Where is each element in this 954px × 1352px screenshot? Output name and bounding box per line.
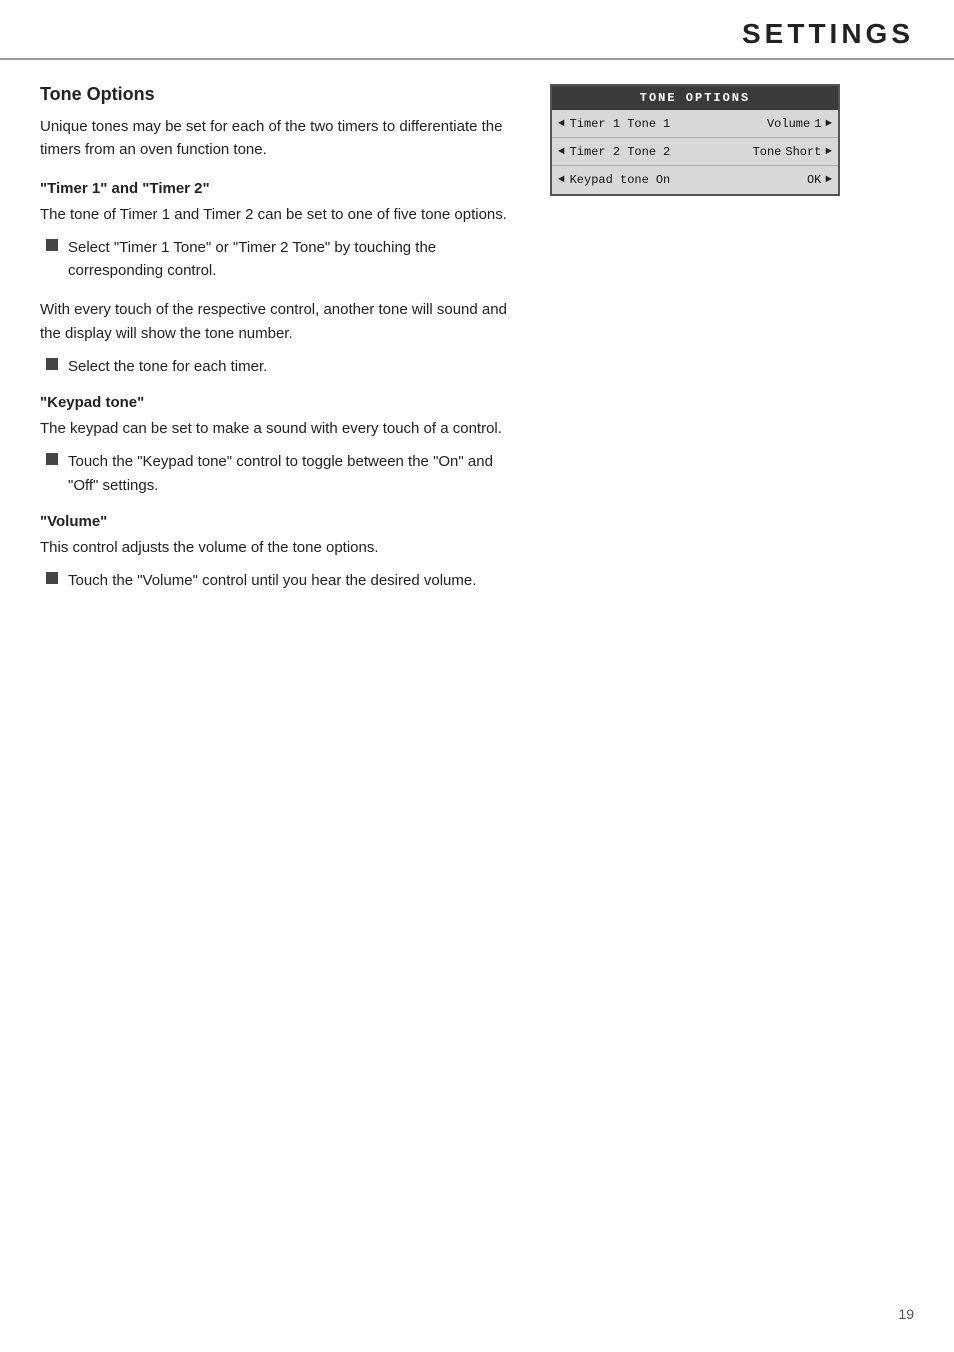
content-area: Tone Options Unique tones may be set for… xyxy=(0,84,954,606)
page-number: 19 xyxy=(898,1306,914,1322)
row-right-timer1: Volume 1 ► xyxy=(767,117,832,131)
bullet-text-volume-touch: Touch the "Volume" control until you hea… xyxy=(68,569,476,592)
row-right-value-timer2: Short xyxy=(785,145,821,159)
left-arrow-timer2: ◄ xyxy=(558,146,565,158)
row-right-label-timer1: Volume xyxy=(767,117,810,131)
ui-panel-row-keypad[interactable]: ◄ Keypad tone On OK ► xyxy=(552,166,838,194)
right-arrow-timer2: ► xyxy=(825,146,832,158)
row-left-timer1: ◄ Timer 1 Tone 1 xyxy=(558,117,767,131)
bullet-text-select-each: Select the tone for each timer. xyxy=(68,355,267,378)
right-arrow-timer1: ► xyxy=(825,118,832,130)
left-column: Tone Options Unique tones may be set for… xyxy=(40,84,520,606)
subsection-text-volume: This control adjusts the volume of the t… xyxy=(40,536,520,559)
row-right-value-timer1: 1 xyxy=(814,117,821,131)
bullet-icon xyxy=(46,239,58,251)
page-title: SETTINGS xyxy=(742,18,914,50)
left-arrow-keypad: ◄ xyxy=(558,174,565,186)
subsection-heading-timers: "Timer 1" and "Timer 2" xyxy=(40,180,520,197)
row-left-keypad: ◄ Keypad tone On xyxy=(558,173,803,187)
row-label-timer1: Timer 1 Tone xyxy=(570,117,656,131)
subsection-text-cycling: With every touch of the respective contr… xyxy=(40,298,520,345)
row-value-keypad: On xyxy=(656,173,670,187)
row-left-timer2: ◄ Timer 2 Tone 2 xyxy=(558,145,753,159)
section-title: Tone Options xyxy=(40,84,520,105)
ui-panel-header: TONE OPTIONS xyxy=(552,86,838,110)
row-label-keypad: Keypad tone xyxy=(570,173,649,187)
right-arrow-keypad: ► xyxy=(825,174,832,186)
row-right-label-timer2: Tone xyxy=(753,145,782,159)
bullet-icon xyxy=(46,572,58,584)
subsection-text-timers: The tone of Timer 1 and Timer 2 can be s… xyxy=(40,203,520,226)
bullet-item: Touch the "Volume" control until you hea… xyxy=(40,569,520,592)
subsection-heading-keypad: "Keypad tone" xyxy=(40,394,520,411)
row-value-timer1: 1 xyxy=(663,117,670,131)
row-right-timer2: Tone Short ► xyxy=(753,145,832,159)
row-right-value-ok: OK xyxy=(807,173,821,187)
right-column: TONE OPTIONS ◄ Timer 1 Tone 1 Volume 1 ► xyxy=(550,84,840,606)
row-right-keypad: OK ► xyxy=(803,173,832,187)
bullet-item: Select the tone for each timer. xyxy=(40,355,520,378)
section-intro: Unique tones may be set for each of the … xyxy=(40,115,520,162)
ui-panel: TONE OPTIONS ◄ Timer 1 Tone 1 Volume 1 ► xyxy=(550,84,840,196)
bullet-text-keypad-toggle: Touch the "Keypad tone" control to toggl… xyxy=(68,450,520,497)
subsection-heading-volume: "Volume" xyxy=(40,513,520,530)
page-header: SETTINGS xyxy=(0,0,954,60)
bullet-item: Touch the "Keypad tone" control to toggl… xyxy=(40,450,520,497)
row-value-timer2: 2 xyxy=(663,145,670,159)
subsection-text-keypad: The keypad can be set to make a sound wi… xyxy=(40,417,520,440)
left-arrow-timer1: ◄ xyxy=(558,118,565,130)
bullet-text-select-tone: Select "Timer 1 Tone" or "Timer 2 Tone" … xyxy=(68,236,520,283)
bullet-icon xyxy=(46,453,58,465)
bullet-item: Select "Timer 1 Tone" or "Timer 2 Tone" … xyxy=(40,236,520,283)
page-container: SETTINGS Tone Options Unique tones may b… xyxy=(0,0,954,1352)
ui-panel-row-timer2[interactable]: ◄ Timer 2 Tone 2 Tone Short ► xyxy=(552,138,838,166)
ui-panel-row-timer1[interactable]: ◄ Timer 1 Tone 1 Volume 1 ► xyxy=(552,110,838,138)
bullet-icon xyxy=(46,358,58,370)
row-label-timer2: Timer 2 Tone xyxy=(570,145,656,159)
